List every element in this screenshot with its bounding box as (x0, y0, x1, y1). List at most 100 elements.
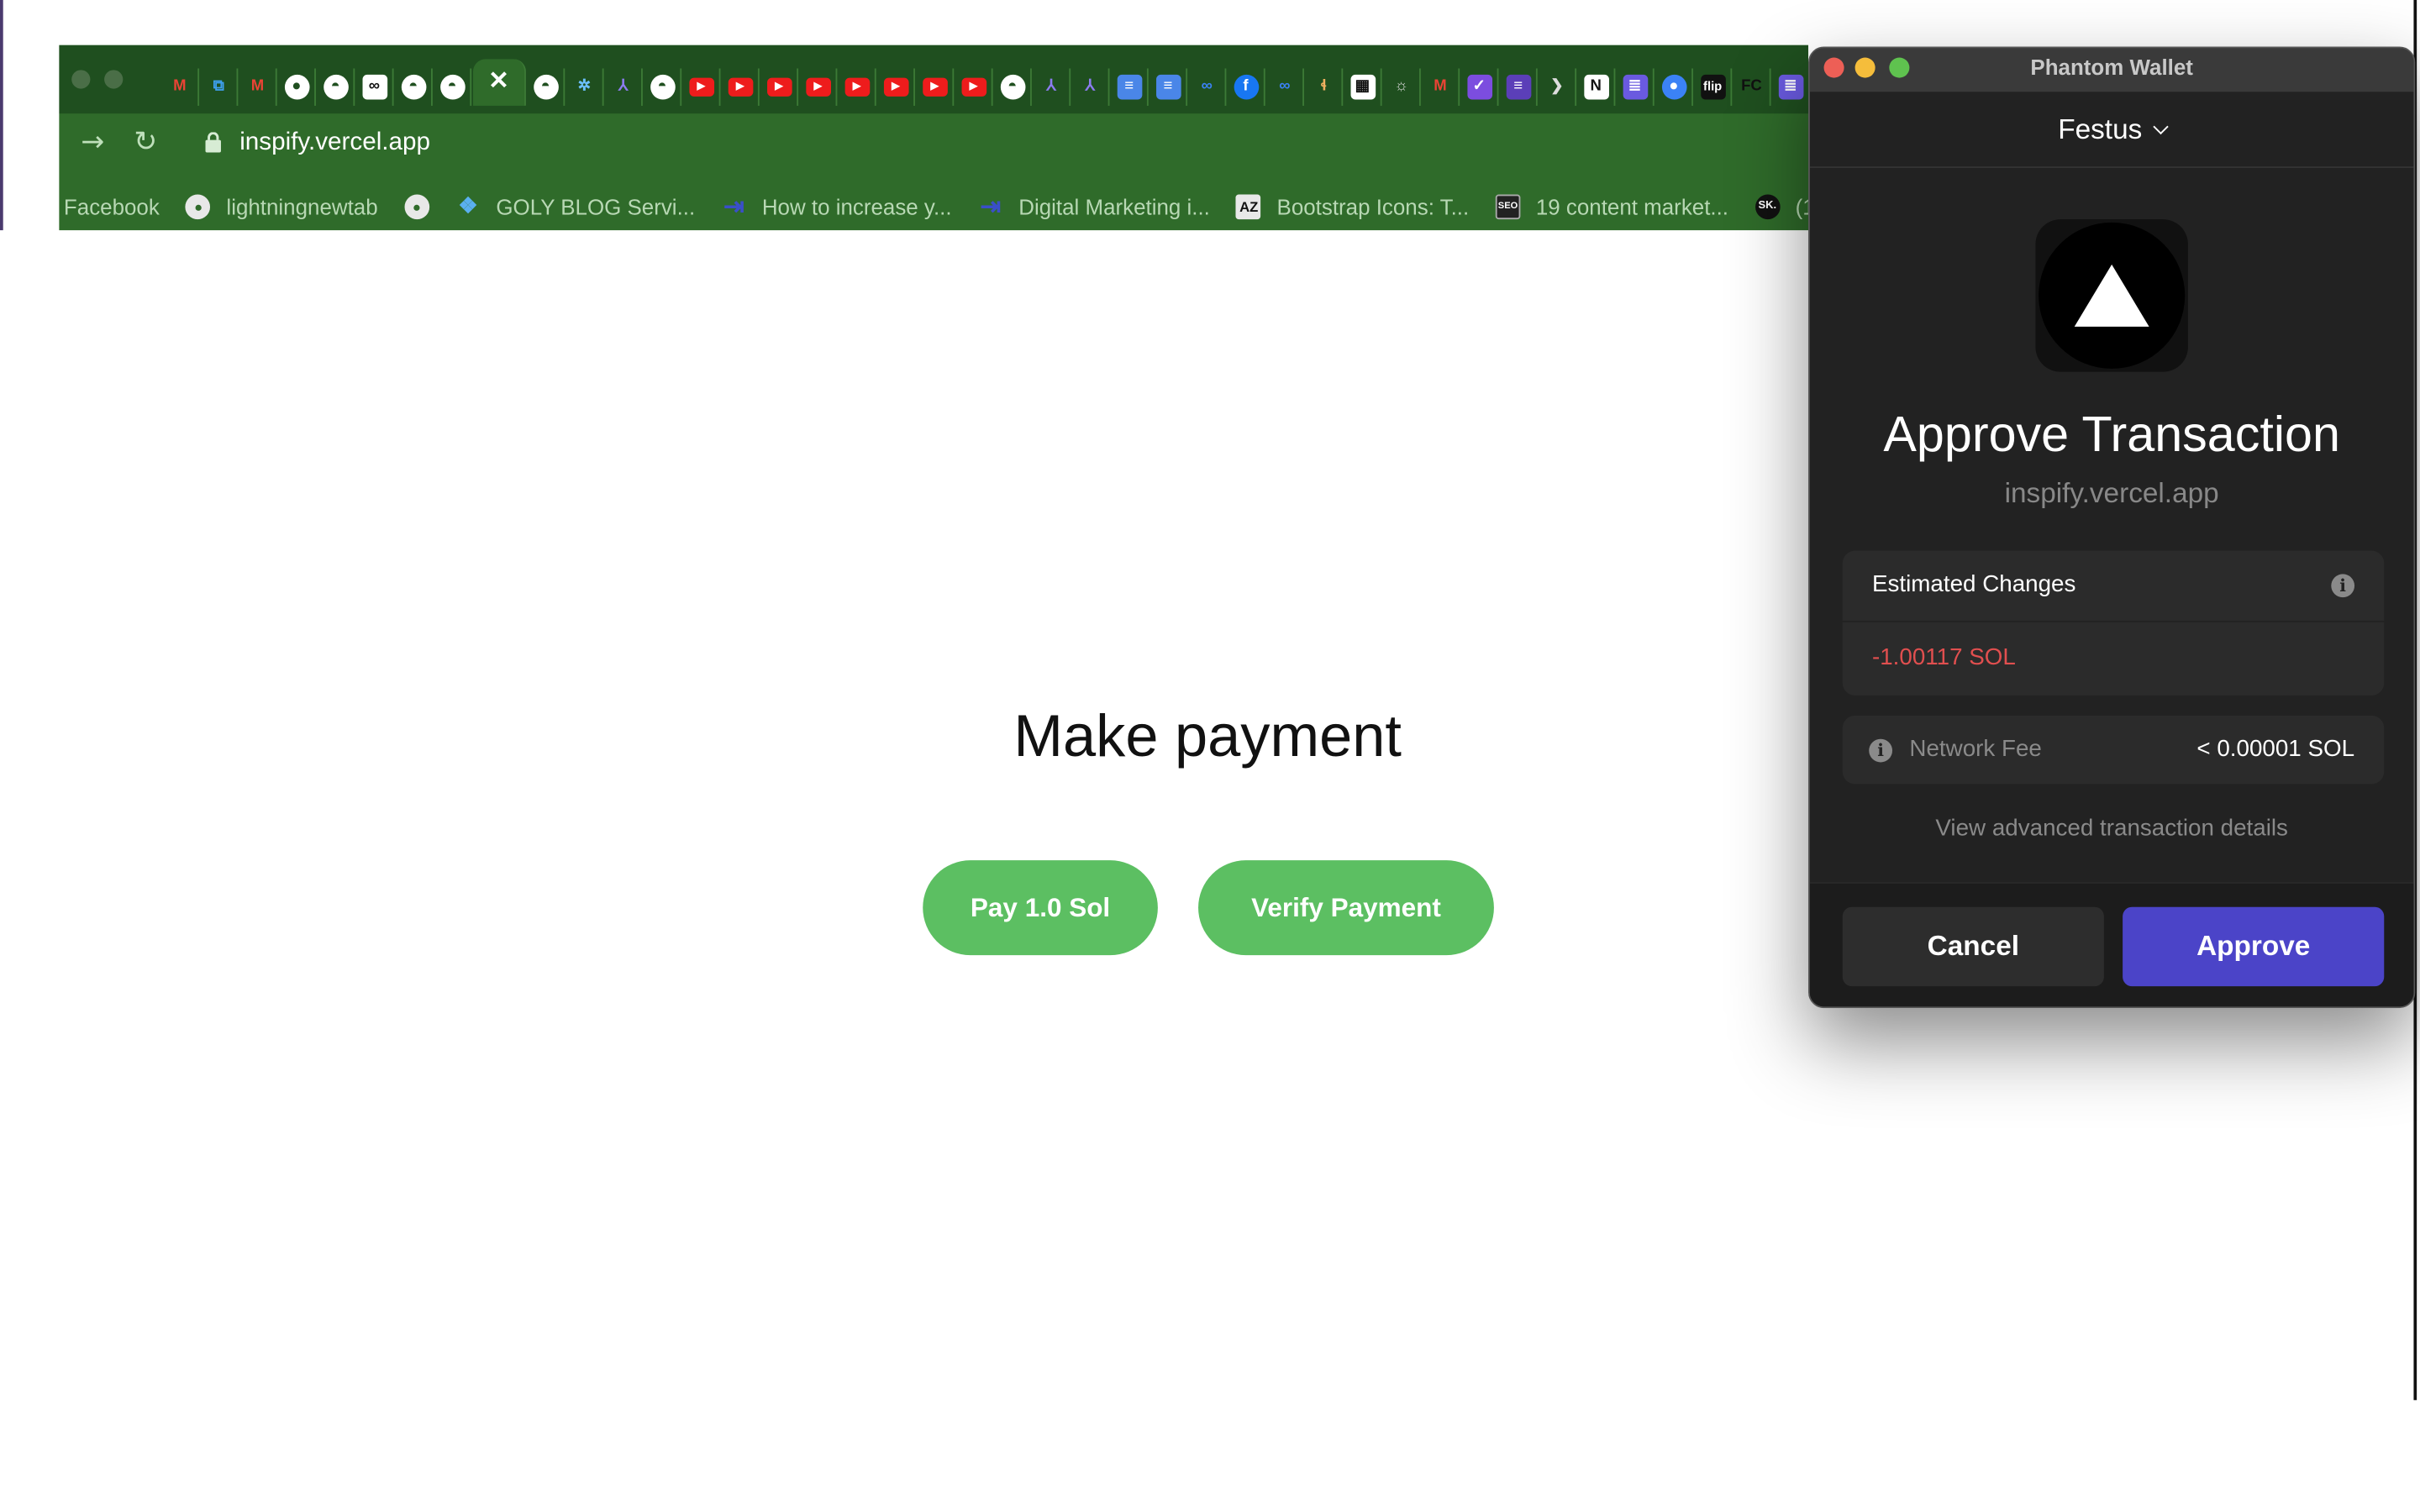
tab-youtube[interactable]: ▸ (761, 68, 799, 106)
bookmarks-bar: Facebook ● lightningnewtab ● ❖ GOLY BLOG… (59, 182, 1808, 230)
meta-icon: ∞ (1201, 77, 1213, 95)
approve-transaction-title: Approve Transaction (1883, 406, 2340, 463)
dapp-logo (2035, 219, 2188, 372)
bookmark-item[interactable]: SEO 19 content market... (1495, 193, 1729, 219)
network-fee-value: < 0.00001 SOL (2196, 735, 2355, 763)
tab-github[interactable]: ◓ (994, 68, 1032, 106)
reload-icon[interactable]: ↻ (134, 126, 157, 159)
estimated-changes-label: Estimated Changes (1871, 570, 2076, 598)
tab-app[interactable]: ⅄ (1034, 68, 1071, 106)
tab-github[interactable]: ◓ (434, 68, 472, 106)
app-icon: ɬ (1320, 77, 1327, 95)
tab-app[interactable]: ≡ (1500, 68, 1538, 106)
lock-icon (205, 132, 221, 153)
tab-app[interactable]: ∞ (356, 68, 394, 106)
github-icon: ◓ (439, 74, 465, 100)
youtube-icon: ▸ (844, 77, 870, 97)
estimated-changes-card: Estimated Changes i -1.00117 SOL (1842, 550, 2385, 696)
tab-fc[interactable]: FC (1733, 68, 1771, 106)
bookmark-label: 19 content market... (1535, 193, 1729, 219)
bookmark-item[interactable]: Facebook (64, 194, 160, 219)
tab-app[interactable]: ✲ (566, 68, 604, 106)
tab-meta[interactable]: ∞ (1189, 68, 1227, 106)
address-bar-url[interactable]: inspify.vercel.app (239, 129, 430, 157)
tab-github[interactable]: ◓ (395, 68, 433, 106)
window-edge (0, 0, 3, 231)
popup-titlebar: Phantom Wallet (1809, 48, 2414, 92)
forward-icon[interactable]: → (81, 126, 104, 159)
tab-app[interactable]: ⅄ (605, 68, 643, 106)
bookmark-item[interactable]: ⇥ Digital Marketing i... (978, 193, 1209, 221)
app-icon: ⅄ (618, 77, 629, 95)
flip-icon: flip (1700, 74, 1725, 100)
tab-notion[interactable]: N (1578, 68, 1616, 106)
verify-payment-button[interactable]: Verify Payment (1198, 860, 1494, 956)
info-icon[interactable]: i (2331, 574, 2355, 598)
tab-app[interactable]: ≣ (1772, 68, 1808, 105)
youtube-icon: ▸ (960, 77, 986, 97)
tab-github[interactable]: ◓ (528, 68, 566, 106)
tab-github[interactable]: ◓ (318, 68, 355, 106)
tab-app[interactable]: ɬ (1306, 68, 1344, 106)
youtube-icon: ▸ (766, 77, 792, 97)
tab-vscode[interactable]: ⧉ (201, 68, 239, 106)
meta-icon: ∞ (1279, 77, 1291, 95)
tab-app[interactable]: ≣ (1617, 68, 1655, 106)
tab-facebook[interactable]: f (1228, 68, 1265, 106)
app-icon: ▦ (1349, 74, 1376, 100)
tab-youtube[interactable]: ▸ (839, 68, 876, 106)
tab-youtube[interactable]: ▸ (878, 68, 915, 106)
arrow-logo-icon: ⇥ (980, 193, 1002, 221)
page-title: Make payment (1013, 704, 1402, 770)
window-close-button[interactable] (71, 70, 91, 89)
youtube-icon: ▸ (688, 77, 714, 97)
approve-button[interactable]: Approve (2123, 906, 2385, 987)
tab-globe[interactable]: ● (279, 68, 316, 106)
bookmark-item[interactable]: ● lightningnewtab (186, 193, 378, 219)
tab-app[interactable]: ❯ (1539, 68, 1577, 106)
globe-icon: ● (186, 193, 211, 219)
bookmark-item[interactable]: ● (404, 193, 429, 219)
tab-youtube[interactable]: ▸ (917, 68, 955, 106)
bookmark-item[interactable]: ❖ GOLY BLOG Servi... (455, 193, 695, 219)
browser-window: M ⧉ M ● ◓ ∞ ◓ ◓ ✕ ◓ ✲ ⅄ ◓ ▸ ▸ ▸ ▸ ▸ ▸ ▸ (59, 45, 1809, 231)
network-fee-label: Network Fee (1909, 735, 2042, 763)
tab-meta[interactable]: ∞ (1267, 68, 1304, 106)
window-minimize-button[interactable] (104, 70, 124, 89)
advanced-details-link[interactable]: View advanced transaction details (1810, 815, 2414, 841)
popup-window-title: Phantom Wallet (2030, 54, 2193, 80)
bookmark-item[interactable]: ⇥ How to increase y... (722, 194, 952, 220)
tab-app[interactable]: ⅄ (1072, 68, 1110, 106)
tab-gmail[interactable]: M (239, 68, 277, 106)
tab-gmail[interactable]: M (162, 68, 200, 106)
chevron-down-icon (2152, 118, 2168, 135)
bookmark-item[interactable]: AZ Bootstrap Icons: T... (1236, 193, 1469, 219)
info-icon[interactable]: i (1869, 738, 1893, 763)
tab-youtube[interactable]: ▸ (683, 68, 721, 106)
tab-app[interactable]: ✓ (1461, 68, 1499, 106)
tab-gmail[interactable]: M (1423, 68, 1460, 106)
tab-app[interactable]: ☼ (1383, 68, 1421, 106)
tab-app[interactable]: ▦ (1344, 68, 1382, 106)
account-name: Festus (2058, 113, 2143, 145)
pay-button[interactable]: Pay 1.0 Sol (923, 860, 1158, 956)
sk-icon: SK. (1754, 193, 1781, 219)
gmail-icon: M (1434, 77, 1447, 95)
bookmark-item[interactable]: SK. (1 (1754, 193, 1808, 219)
app-icon: ⅄ (1046, 77, 1056, 95)
tab-docs[interactable]: ≡ (1111, 68, 1149, 106)
tab-youtube[interactable]: ▸ (722, 68, 760, 106)
tab-youtube[interactable]: ▸ (955, 68, 993, 106)
tab-github[interactable]: ◓ (644, 68, 682, 106)
cancel-button[interactable]: Cancel (1842, 906, 2104, 987)
tab-youtube[interactable]: ▸ (800, 68, 838, 106)
tab-flip[interactable]: flip (1695, 68, 1733, 106)
estimated-change-row: -1.00117 SOL (1843, 622, 2384, 696)
tab-docs[interactable]: ≡ (1150, 68, 1188, 106)
tab-app[interactable]: ● (1656, 68, 1693, 106)
tab-active[interactable]: ✕ (473, 59, 526, 106)
account-selector[interactable]: Festus (1810, 113, 2414, 146)
az-icon: AZ (1236, 193, 1262, 219)
app-icon: ● (1661, 74, 1686, 100)
gmail-icon: M (250, 77, 265, 95)
